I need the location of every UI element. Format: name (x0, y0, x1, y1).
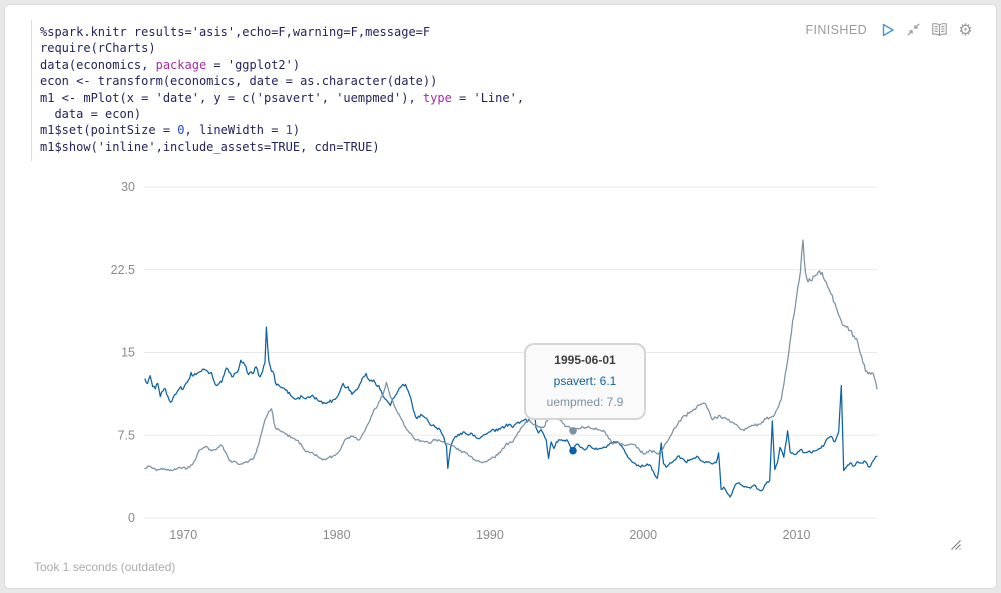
svg-text:2000: 2000 (629, 528, 657, 542)
tooltip-date: 1995-06-01 (536, 350, 634, 371)
svg-text:1970: 1970 (169, 528, 197, 542)
resize-handle-icon[interactable] (949, 538, 962, 551)
chart-tooltip: 1995-06-01 psavert: 6.1uempmed: 7.9 (524, 343, 646, 420)
svg-text:0: 0 (128, 511, 135, 525)
tooltip-row: psavert: 6.1 (536, 371, 634, 392)
tooltip-row: uempmed: 7.9 (536, 392, 634, 413)
notebook-paragraph: %spark.knitr results='asis',echo=F,warni… (4, 4, 997, 589)
svg-text:1980: 1980 (323, 528, 351, 542)
svg-text:1990: 1990 (476, 528, 504, 542)
svg-text:30: 30 (121, 180, 135, 194)
zeppelin-page: %spark.knitr results='asis',echo=F,warni… (0, 0, 1001, 593)
svg-text:22.5: 22.5 (111, 263, 135, 277)
svg-text:15: 15 (121, 346, 135, 360)
execution-status-text: Took 1 seconds (outdated) (34, 560, 175, 574)
line-chart[interactable]: 0 7.5 15 22.5 30 1970 1980 1990 2000 2010 (5, 5, 996, 588)
svg-text:7.5: 7.5 (118, 428, 135, 442)
svg-text:2010: 2010 (783, 528, 811, 542)
